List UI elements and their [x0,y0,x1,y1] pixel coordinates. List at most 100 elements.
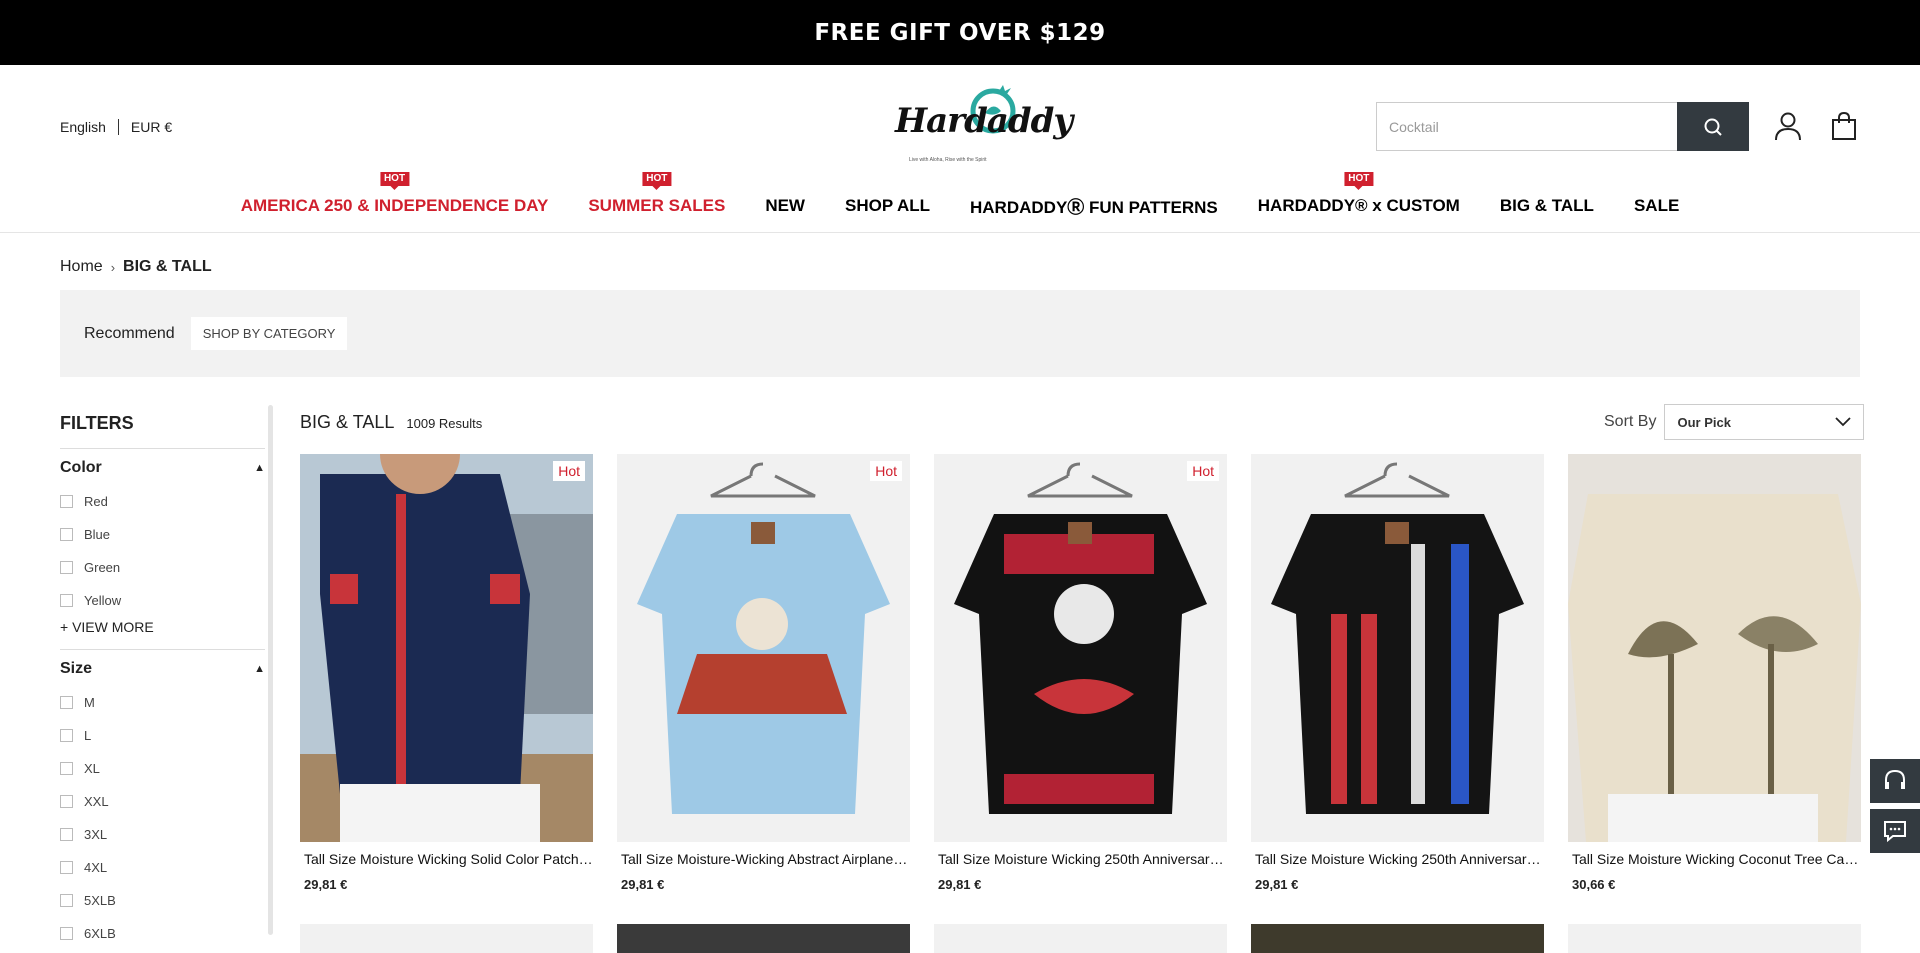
filter-option[interactable]: XL [60,752,265,785]
checkbox[interactable] [60,594,73,607]
product-card-peek[interactable] [300,924,593,953]
filter-option-label: 5XLB [84,893,116,908]
filter-option[interactable]: Yellow [60,584,265,617]
filter-option-label: Red [84,494,108,509]
checkbox[interactable] [60,828,73,841]
product-card[interactable]: Tall Size Moisture Wicking Coconut Tree … [1568,454,1861,892]
search-bar [1376,102,1749,151]
product-title[interactable]: Tall Size Moisture Wicking Solid Color P… [300,851,593,867]
product-card[interactable]: Hot Tall Size Moisture Wicking Solid Col… [300,454,593,892]
nav-label: BIG & TALL [1499,195,1594,215]
filter-group-header[interactable]: Color ▲ [60,459,265,477]
nav-item-summer-sales[interactable]: HOT SUMMER SALES [588,171,725,216]
filter-option[interactable]: 5XLB [60,884,265,917]
filter-option-label: 3XL [84,827,108,842]
product-image[interactable]: Hot [617,454,910,842]
chevron-up-icon: ▲ [254,462,265,474]
product-card[interactable]: Hot Tall Size Moisture-Wicking Abstract … [617,454,910,892]
search-input[interactable] [1376,102,1677,151]
checkbox[interactable] [60,561,73,574]
product-photo-navy-flag-shirt [300,454,593,842]
filter-option[interactable]: M [60,686,265,719]
headset-icon [1885,769,1905,789]
customer-service-button[interactable] [1870,759,1920,803]
checkbox[interactable] [60,762,73,775]
filter-option[interactable]: Red [60,485,265,518]
filters-scrollbar[interactable] [268,405,273,935]
nav-label: HARDADDYⓇ FUN PATTERNS [970,198,1218,217]
sort-control: Sort By Our Pick [1604,404,1865,440]
filter-option[interactable]: 6XLB [60,917,265,950]
hot-badge: HOT [379,171,410,190]
product-title[interactable]: Tall Size Moisture Wicking 250th Anniver… [934,851,1227,867]
nav-item-custom[interactable]: HOT HARDADDY® x CUSTOM [1257,171,1460,216]
filter-option[interactable]: Blue [60,518,265,551]
view-more-link[interactable]: + VIEW MORE [60,619,265,635]
filter-option-label: XXL [84,794,109,809]
product-price: 30,66 € [1572,877,1616,892]
logo-wordmark: Hardaddy [895,101,1073,141]
product-card-peek[interactable] [617,924,910,953]
product-card-peek[interactable] [1568,924,1861,953]
filter-group-label: Color [60,459,102,476]
product-card-peek[interactable] [934,924,1227,953]
filter-group-label: Size [60,660,93,677]
currency-selector[interactable]: EUR € [131,119,172,135]
nav-item-shop-all[interactable]: SHOP ALL [845,192,930,216]
checkbox[interactable] [60,528,73,541]
product-title[interactable]: Tall Size Moisture Wicking 250th Anniver… [1251,851,1544,867]
nav-label: HARDADDY® x CUSTOM [1257,195,1460,215]
shop-by-category-chip[interactable]: SHOP BY CATEGORY [190,317,348,350]
recommend-bar: Recommend SHOP BY CATEGORY [60,290,1860,377]
chat-button[interactable] [1870,809,1920,853]
checkbox[interactable] [60,495,73,508]
nav-item-fun-patterns[interactable]: HARDADDYⓇ FUN PATTERNS [970,189,1218,218]
sort-value: Our Pick [1677,414,1731,430]
product-image[interactable]: Hot [300,454,593,842]
account-icon[interactable] [1774,111,1802,141]
sort-select[interactable]: Our Pick [1664,404,1865,440]
filter-group-header[interactable]: Size ▲ [60,660,265,678]
locale-switcher[interactable]: English EUR € [60,119,172,135]
filter-option[interactable]: L [60,719,265,752]
hot-tag: Hot [870,461,902,481]
filter-option[interactable]: 3XL [60,818,265,851]
breadcrumb-home[interactable]: Home [60,258,103,276]
filter-option[interactable]: 4XL [60,851,265,884]
checkbox[interactable] [60,696,73,709]
nav-item-new[interactable]: NEW [765,192,805,216]
recommend-label: Recommend [84,324,175,342]
logo-tagline: Live with Aloha, Rise with the Spirit [909,157,987,163]
product-card[interactable]: Hot Tall Size Moisture Wicking 250th Ann… [934,454,1227,892]
checkbox[interactable] [60,894,73,907]
checkbox[interactable] [60,795,73,808]
product-image[interactable] [1251,454,1544,842]
language-selector[interactable]: English [60,119,106,135]
product-card-peek[interactable] [1251,924,1544,953]
nav-item-big-tall[interactable]: BIG & TALL [1500,192,1594,216]
hot-tag: Hot [1187,461,1219,481]
product-title[interactable]: Tall Size Moisture-Wicking Abstract Airp… [617,851,910,867]
nav-item-america-250[interactable]: HOT AMERICA 250 & INDEPENDENCE DAY [241,171,548,216]
product-image[interactable] [1568,454,1861,842]
shopping-bag-icon[interactable] [1830,111,1858,141]
filters-title: FILTERS [60,413,134,433]
hot-badge: HOT [1344,171,1374,190]
divider [117,119,119,135]
product-price: 29,81 € [938,877,982,892]
results-category: BIG & TALL [300,412,395,432]
filter-option-label: Green [84,560,121,575]
filter-option[interactable]: Green [60,551,265,584]
brand-logo[interactable]: Hardaddy Live with Aloha, Rise with the … [895,83,1073,167]
product-title[interactable]: Tall Size Moisture Wicking Coconut Tree … [1568,851,1861,867]
checkbox[interactable] [60,729,73,742]
filter-option[interactable]: XXL [60,785,265,818]
search-button[interactable] [1677,102,1749,151]
product-card[interactable]: Tall Size Moisture Wicking 250th Anniver… [1251,454,1544,892]
filter-option-label: 4XL [84,860,108,875]
nav-item-sale[interactable]: SALE [1634,192,1679,216]
checkbox[interactable] [60,927,73,940]
checkbox[interactable] [60,861,73,874]
chevron-down-icon [1835,417,1852,427]
product-image[interactable]: Hot [934,454,1227,842]
